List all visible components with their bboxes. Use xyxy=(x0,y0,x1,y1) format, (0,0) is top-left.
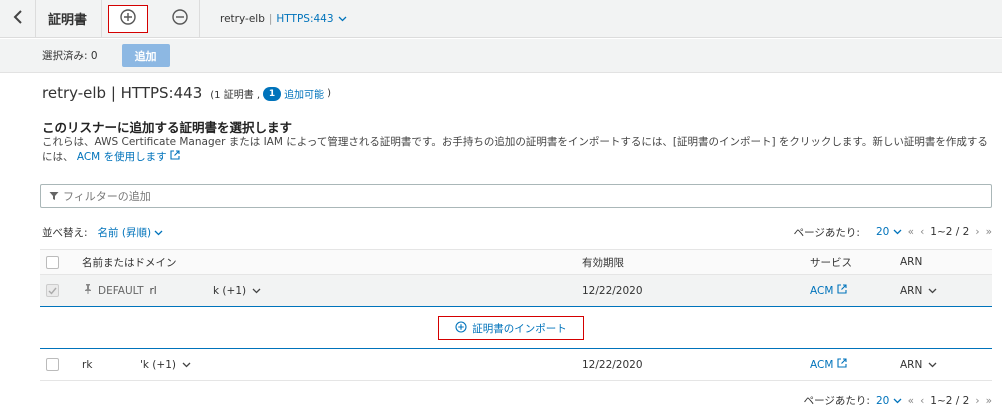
certificate-name: rk xyxy=(82,358,93,371)
breadcrumb[interactable]: retry-elb | HTTPS:443 xyxy=(220,13,347,25)
next-page-icon[interactable]: › xyxy=(975,395,979,407)
section-title: このリスナーに追加する証明書を選択します xyxy=(42,120,293,135)
sort-dropdown[interactable]: 名前 (昇順) xyxy=(98,225,164,240)
pin-icon xyxy=(84,284,92,297)
table-header: 名前またはドメイン 有効期限 サービス ARN xyxy=(40,249,992,275)
external-link-icon xyxy=(837,358,847,371)
certificate-domain: 'k (+1) xyxy=(140,358,176,371)
column-header-name[interactable]: 名前またはドメイン xyxy=(82,250,177,274)
select-all-checkbox[interactable] xyxy=(46,255,59,269)
use-acm-link-label: ACM を使用します xyxy=(76,151,167,163)
action-bar: 選択済み: 0 追加 xyxy=(0,39,1002,73)
arn-dropdown[interactable]: ARN xyxy=(900,359,922,371)
page-range: 1~2 / 2 xyxy=(930,226,970,238)
last-page-icon[interactable]: » xyxy=(986,226,992,238)
add-certificate-tab[interactable] xyxy=(108,4,149,33)
available-link[interactable]: 追加可能 xyxy=(284,86,324,101)
next-page-icon[interactable]: › xyxy=(975,226,979,238)
chevron-down-icon[interactable] xyxy=(928,285,937,297)
per-page-label: ページあたり: xyxy=(793,226,860,239)
breadcrumb-listener[interactable]: HTTPS:443 xyxy=(276,13,333,25)
sort-row: 並べ替え: 名前 (昇順) ページあたり: 20 « ‹ 1~2 / 2 › » xyxy=(42,223,992,241)
per-page-value: 20 xyxy=(875,394,890,407)
service-link[interactable]: ACM xyxy=(810,359,833,371)
plus-circle-icon xyxy=(455,320,467,336)
prev-page-icon[interactable]: ‹ xyxy=(920,395,924,407)
table-row[interactable]: DEFAULT rl k (+1) 12/22/2020 ACM ARN xyxy=(40,275,992,307)
chevron-down-icon[interactable] xyxy=(252,285,261,297)
heading-meta: (1 証明書 , 1 追加可能 ) xyxy=(210,86,331,101)
breadcrumb-load-balancer: retry-elb xyxy=(220,12,265,25)
per-page-dropdown[interactable]: 20 xyxy=(876,226,902,238)
filter-input[interactable]: フィルターの追加 xyxy=(40,184,992,208)
chevron-down-icon xyxy=(893,395,902,407)
sort-label: 並べ替え: xyxy=(42,226,88,239)
description-text: これらは、AWS Certificate Manager または IAM によっ… xyxy=(42,136,988,163)
certificate-count: (1 証明書 , xyxy=(210,90,261,101)
row-checkbox xyxy=(46,284,59,297)
remove-certificate-tab[interactable] xyxy=(160,0,201,38)
first-page-icon[interactable]: « xyxy=(908,395,914,407)
available-badge: 1 xyxy=(263,86,282,101)
chevron-down-icon xyxy=(893,226,902,238)
arn-dropdown[interactable]: ARN xyxy=(900,285,922,297)
import-certificate-button[interactable]: 証明書のインポート xyxy=(438,316,584,340)
selected-count: 選択済み: 0 xyxy=(42,50,98,62)
heading-title: retry-elb | HTTPS:443 xyxy=(42,84,203,102)
chevron-left-icon xyxy=(13,10,23,27)
back-button[interactable] xyxy=(0,0,36,38)
per-page-value: 20 xyxy=(875,226,890,238)
listener-heading: retry-elb | HTTPS:443 (1 証明書 , 1 追加可能 ) xyxy=(42,84,331,102)
page-range: 1~2 / 2 xyxy=(930,394,970,407)
filter-placeholder: フィルターの追加 xyxy=(63,190,151,203)
per-page-label: ページあたり: xyxy=(803,395,870,407)
pagination-bottom: ページあたり: 20 « ‹ 1~2 / 2 › » xyxy=(804,393,992,408)
chevron-down-icon xyxy=(154,227,163,239)
add-button[interactable]: 追加 xyxy=(121,44,170,67)
page-title: 証明書 xyxy=(36,0,103,38)
import-row: 証明書のインポート xyxy=(40,307,992,349)
table-row[interactable]: rk 'k (+1) 12/22/2020 ACM ARN xyxy=(40,349,992,381)
per-page-dropdown[interactable]: 20 xyxy=(876,395,902,407)
column-header-service[interactable]: サービス xyxy=(810,250,852,274)
certificates-table: 名前またはドメイン 有効期限 サービス ARN DEFAULT rl k (+1… xyxy=(40,249,992,381)
plus-circle-icon xyxy=(119,8,137,29)
section-description: これらは、AWS Certificate Manager または IAM によっ… xyxy=(42,135,997,165)
chevron-down-icon xyxy=(338,13,347,25)
certificate-domain: k (+1) xyxy=(213,284,247,297)
first-page-icon[interactable]: « xyxy=(908,226,914,238)
certificate-name: rl xyxy=(149,284,157,297)
top-bar: 証明書 retry-elb | HTTPS:443 xyxy=(0,0,1002,38)
breadcrumb-separator: | xyxy=(268,12,273,25)
use-acm-link[interactable]: ACM を使用します xyxy=(76,150,180,163)
expiry-date: 12/22/2020 xyxy=(582,284,643,297)
sort-value: 名前 (昇順) xyxy=(97,226,152,239)
service-link[interactable]: ACM xyxy=(810,285,833,297)
minus-circle-icon xyxy=(171,8,189,29)
chevron-down-icon[interactable] xyxy=(182,359,191,371)
meta-close: ) xyxy=(327,88,331,99)
import-certificate-label: 証明書のインポート xyxy=(472,322,567,335)
default-label: DEFAULT xyxy=(98,284,144,297)
pagination-top: ページあたり: 20 « ‹ 1~2 / 2 › » xyxy=(794,225,992,240)
external-link-icon xyxy=(170,150,180,163)
external-link-icon xyxy=(837,284,847,297)
column-header-expiry[interactable]: 有効期限 xyxy=(582,250,624,274)
column-header-arn[interactable]: ARN xyxy=(900,250,922,274)
filter-icon xyxy=(49,191,59,201)
chevron-down-icon[interactable] xyxy=(928,359,937,371)
last-page-icon[interactable]: » xyxy=(986,395,992,407)
expiry-date: 12/22/2020 xyxy=(582,358,643,371)
row-checkbox[interactable] xyxy=(46,358,59,371)
prev-page-icon[interactable]: ‹ xyxy=(920,226,924,238)
